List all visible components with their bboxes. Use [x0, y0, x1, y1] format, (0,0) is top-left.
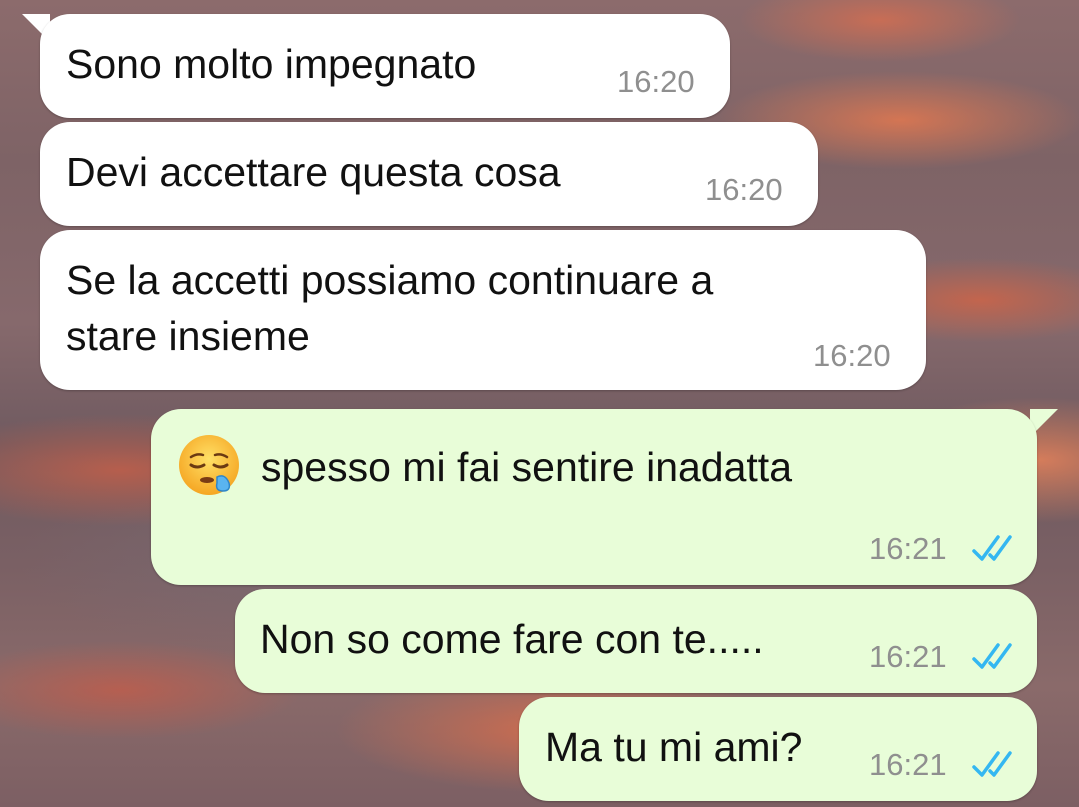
- message-time: 16:21: [869, 747, 947, 782]
- message-text: Sono molto impegnato: [66, 41, 477, 87]
- message-text: Se la accetti possiamo continuare a star…: [66, 257, 714, 359]
- read-ticks-icon: [972, 535, 1012, 561]
- message-bubble-outgoing[interactable]: Non so come fare con te..... 16:21: [235, 589, 1037, 693]
- message-time: 16:21: [869, 531, 947, 566]
- sleepy-face-emoji: [179, 435, 239, 495]
- message-bubble-incoming[interactable]: Sono molto impegnato 16:20: [40, 14, 730, 118]
- read-ticks-icon: [972, 643, 1012, 669]
- message-text: Ma tu mi ami?: [545, 724, 803, 770]
- message-text: spesso mi fai sentire inadatta: [261, 444, 792, 490]
- read-ticks-icon: [972, 751, 1012, 777]
- message-text: Non so come fare con te.....: [260, 616, 764, 662]
- message-time: 16:20: [617, 64, 695, 99]
- chat-background: Sono molto impegnato 16:20 Devi accettar…: [0, 0, 1079, 807]
- message-bubble-outgoing[interactable]: Ma tu mi ami? 16:21: [519, 697, 1037, 801]
- message-time: 16:21: [869, 639, 947, 674]
- message-text: Devi accettare questa cosa: [66, 149, 561, 195]
- message-bubble-outgoing[interactable]: spesso mi fai sentire inadatta 16:21: [151, 409, 1037, 585]
- message-bubble-incoming[interactable]: Devi accettare questa cosa 16:20: [40, 122, 818, 226]
- message-bubble-incoming[interactable]: Se la accetti possiamo continuare a star…: [40, 230, 926, 390]
- message-time: 16:20: [705, 172, 783, 207]
- message-time: 16:20: [813, 338, 891, 373]
